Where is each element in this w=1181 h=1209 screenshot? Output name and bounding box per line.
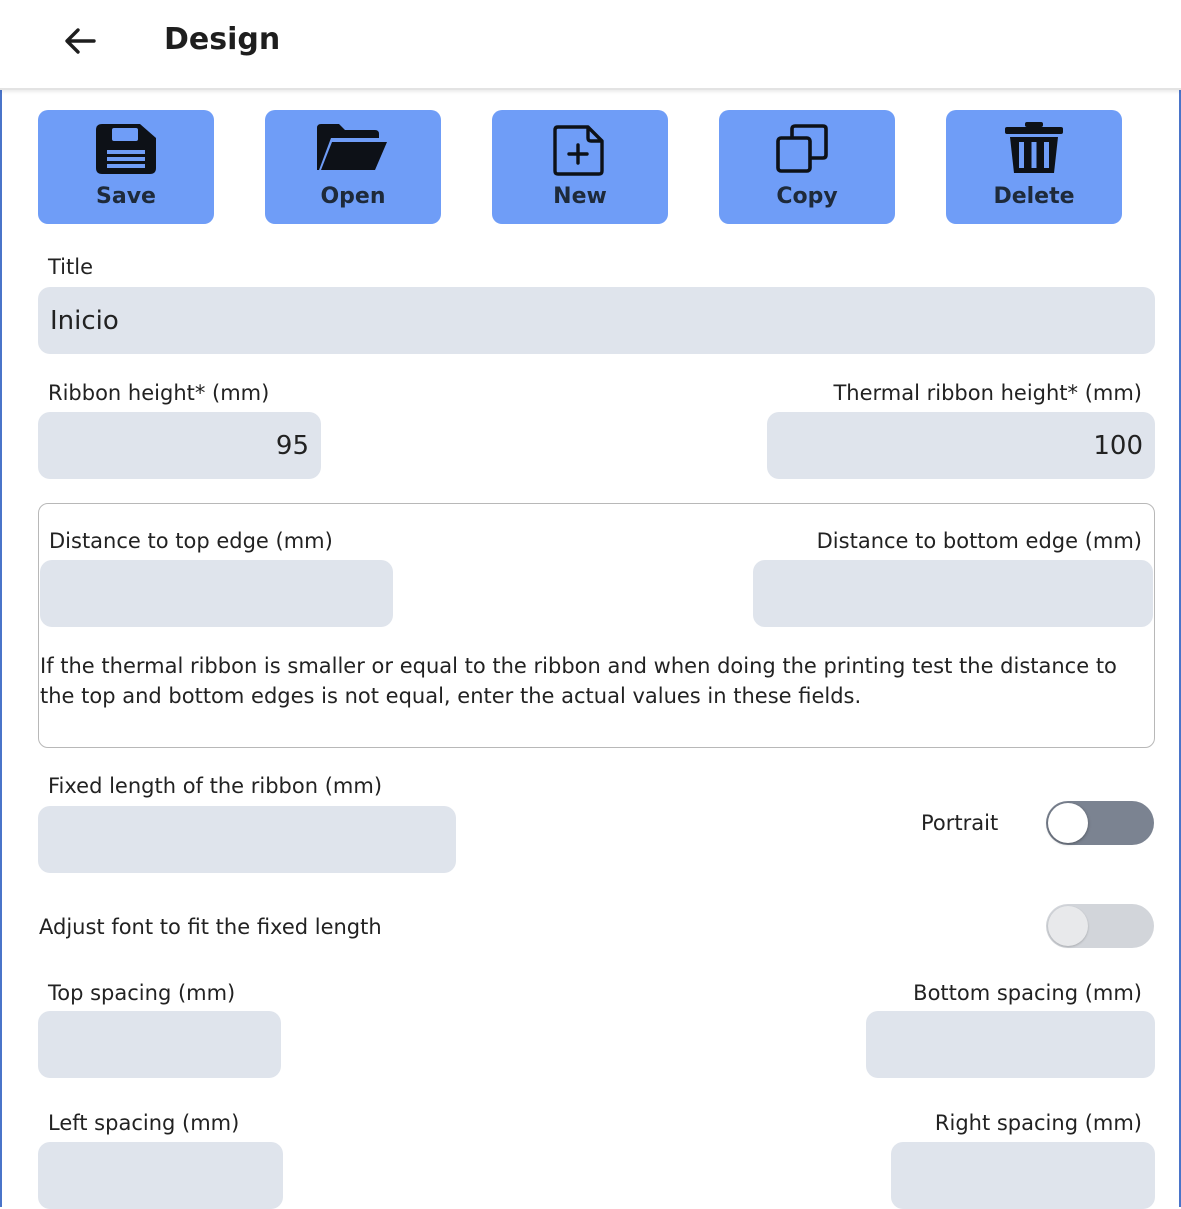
new-button-label: New (553, 184, 607, 209)
thermal-ribbon-height-label: Thermal ribbon height* (mm) (833, 381, 1142, 405)
page-title: Design (164, 22, 281, 57)
right-spacing-label: Right spacing (mm) (934, 1111, 1142, 1135)
portrait-label: Portrait (921, 811, 999, 835)
fixed-length-input[interactable] (38, 806, 456, 873)
floppy-disk-icon (96, 124, 156, 174)
ribbon-height-label: Ribbon height* (mm) (48, 381, 270, 405)
save-button-label: Save (96, 184, 156, 209)
left-spacing-input[interactable] (38, 1142, 283, 1209)
edge-distance-note: If the thermal ribbon is smaller or equa… (40, 654, 1117, 708)
file-plus-icon (553, 125, 604, 176)
delete-button-label: Delete (993, 184, 1075, 209)
thermal-ribbon-height-input[interactable]: 100 (767, 412, 1155, 479)
copy-icon (776, 124, 828, 173)
bottom-spacing-input[interactable] (866, 1011, 1155, 1078)
top-edge-input[interactable] (40, 560, 393, 627)
app-header: Design (0, 0, 1181, 90)
save-button[interactable]: Save (38, 110, 214, 224)
title-input[interactable]: Inicio (38, 287, 1155, 354)
ribbon-height-input[interactable]: 95 (38, 412, 321, 479)
bottom-edge-label: Distance to bottom edge (mm) (816, 529, 1142, 553)
bottom-edge-input[interactable] (753, 560, 1153, 627)
back-button[interactable] (60, 22, 100, 62)
trash-icon (1005, 122, 1063, 173)
copy-button[interactable]: Copy (719, 110, 895, 224)
fixed-length-label: Fixed length of the ribbon (mm) (48, 774, 383, 798)
top-spacing-label: Top spacing (mm) (48, 981, 236, 1005)
open-button-label: Open (320, 184, 386, 209)
arrow-left-icon (65, 28, 96, 54)
right-spacing-input[interactable] (891, 1142, 1155, 1209)
top-edge-label: Distance to top edge (mm) (49, 529, 333, 553)
top-spacing-input[interactable] (38, 1011, 281, 1078)
left-spacing-label: Left spacing (mm) (48, 1111, 240, 1135)
delete-button[interactable]: Delete (946, 110, 1122, 224)
portrait-toggle[interactable] (1046, 801, 1154, 845)
adjust-font-label: Adjust font to fit the fixed length (39, 915, 382, 939)
bottom-spacing-label: Bottom spacing (mm) (913, 981, 1142, 1005)
new-button[interactable]: New (492, 110, 668, 224)
copy-button-label: Copy (776, 184, 838, 209)
title-label: Title (48, 255, 94, 279)
adjust-font-toggle-knob (1048, 906, 1088, 946)
open-button[interactable]: Open (265, 110, 441, 224)
portrait-toggle-knob (1048, 803, 1088, 843)
adjust-font-toggle[interactable] (1046, 904, 1154, 948)
folder-open-icon (317, 124, 387, 170)
